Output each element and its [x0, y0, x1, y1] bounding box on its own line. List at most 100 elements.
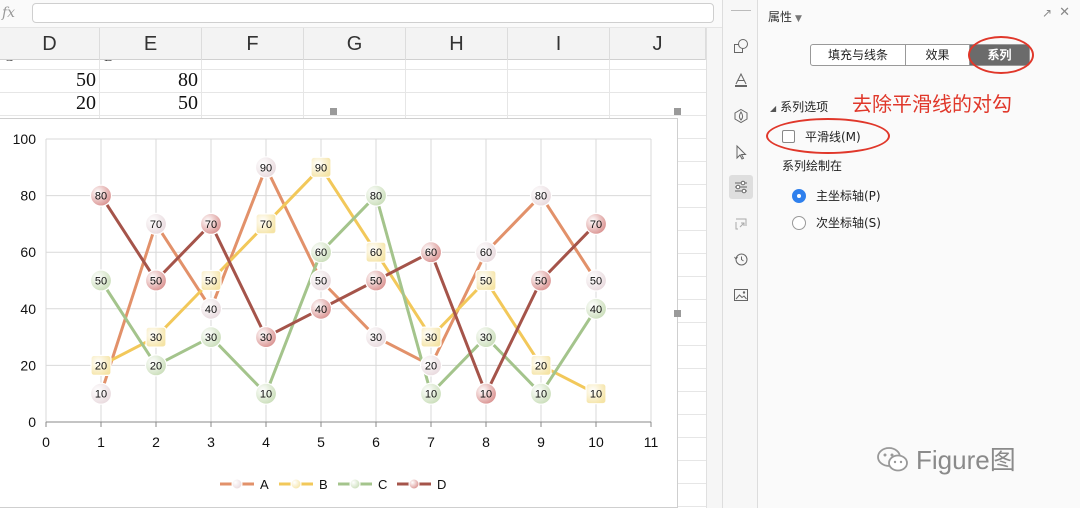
column-header-i[interactable]: I: [508, 28, 610, 60]
tab-effects[interactable]: 效果: [906, 44, 970, 66]
data-label-d: 70: [590, 219, 602, 231]
x-tick-label: 9: [537, 434, 545, 450]
primary-axis-radio[interactable]: [792, 188, 806, 203]
data-label-a: 20: [425, 360, 437, 372]
legend-label-c: C: [378, 477, 387, 492]
section-label: 系列选项: [780, 100, 829, 114]
transfer-icon[interactable]: [729, 212, 753, 236]
section-series-options[interactable]: ◢ 系列选项: [770, 98, 828, 115]
x-tick-label: 1: [97, 434, 105, 450]
series-line-a: [99, 165, 598, 395]
cell-e1[interactable]: D: [100, 60, 198, 69]
fx-icon[interactable]: fx: [2, 5, 15, 21]
chart-resize-handle-right[interactable]: [674, 310, 681, 317]
column-headers: DEFGHIJ: [0, 28, 706, 60]
data-label-c: 10: [260, 389, 272, 401]
text-fill-icon[interactable]: [729, 68, 753, 92]
formula-input[interactable]: [32, 3, 714, 23]
primary-axis-label[interactable]: 主坐标轴(P): [816, 187, 881, 204]
pin-icon[interactable]: ↗: [1042, 6, 1052, 20]
secondary-axis-label[interactable]: 次坐标轴(S): [816, 214, 881, 231]
legend-label-b: B: [319, 477, 328, 492]
series-line-b: [100, 165, 597, 396]
data-label-c: 10: [425, 389, 437, 401]
data-label-d: 60: [425, 247, 437, 259]
data-label-b: 10: [590, 389, 602, 401]
row-gridline: [0, 115, 706, 116]
secondary-axis-option[interactable]: 次坐标轴(S): [792, 214, 881, 231]
series-options-icon[interactable]: [729, 175, 753, 199]
data-label-c: 60: [315, 247, 327, 259]
chart-resize-handle-top[interactable]: [330, 108, 337, 115]
legend-marker-c: [349, 478, 361, 490]
data-label-c: 80: [370, 191, 382, 203]
x-tick-label: 3: [207, 434, 215, 450]
watermark: Figure图: [876, 440, 1016, 477]
select-cursor-icon[interactable]: [729, 140, 753, 164]
data-label-b: 90: [315, 162, 327, 174]
data-label-a: 90: [260, 162, 272, 174]
chevron-down-icon[interactable]: ▼: [795, 14, 802, 24]
close-icon[interactable]: ✕: [1059, 5, 1070, 20]
legend-label-a: A: [260, 477, 269, 492]
data-label-d: 50: [370, 276, 382, 288]
data-label-d: 50: [535, 276, 547, 288]
cell-e2[interactable]: 80: [100, 69, 198, 92]
column-header-j[interactable]: J: [610, 28, 706, 60]
highlight-oval-checkbox: [766, 118, 890, 154]
column-header-d[interactable]: D: [0, 28, 100, 60]
x-tick-label: 2: [152, 434, 160, 450]
x-tick-label: 10: [588, 434, 604, 450]
secondary-axis-radio[interactable]: [792, 215, 806, 230]
toolbar-grip: [731, 10, 751, 11]
x-tick-label: 0: [42, 434, 50, 450]
panel-title-label: 属性: [768, 10, 793, 24]
effects-icon[interactable]: [729, 104, 753, 128]
data-label-d: 80: [95, 191, 107, 203]
x-tick-label: 4: [262, 434, 270, 450]
data-label-b: 20: [95, 360, 107, 372]
cell-d3[interactable]: 20: [0, 92, 96, 115]
y-tick-label: 20: [20, 357, 36, 373]
data-label-d: 30: [260, 332, 272, 344]
y-tick-label: 100: [13, 131, 37, 147]
data-label-b: 30: [150, 332, 162, 344]
sheet-scrollbar[interactable]: [706, 28, 722, 508]
column-header-f[interactable]: F: [202, 28, 304, 60]
line-chart[interactable]: 0 20 40 60 80 100 0 1 2 3 4 5 6 7 8 9 10 11 10 70 40 90 50 30 20…: [0, 119, 678, 508]
side-toolbar: [722, 0, 758, 508]
y-tick-label: 0: [28, 414, 36, 430]
x-tick-label: 5: [317, 434, 325, 450]
column-header-h[interactable]: H: [406, 28, 508, 60]
watermark-text: Figure图: [916, 445, 1016, 475]
cell-d1[interactable]: C: [0, 60, 96, 69]
collapse-triangle-icon[interactable]: ◢: [770, 104, 776, 113]
data-label-c: 50: [95, 276, 107, 288]
chart-area[interactable]: 0 20 40 60 80 100 0 1 2 3 4 5 6 7 8 9 10 11 10 70 40 90 50 30 20…: [0, 118, 678, 508]
panel-title[interactable]: 属性 ▼: [768, 8, 802, 25]
primary-axis-option[interactable]: 主坐标轴(P): [792, 187, 881, 204]
shapes-icon[interactable]: [729, 34, 753, 58]
cell-d2[interactable]: 50: [0, 69, 96, 92]
history-icon[interactable]: [729, 247, 753, 271]
cell-e3[interactable]: 50: [100, 92, 198, 115]
data-label-b: 30: [425, 332, 437, 344]
column-header-g[interactable]: G: [304, 28, 406, 60]
image-icon[interactable]: [729, 283, 753, 307]
data-label-a: 40: [205, 304, 217, 316]
data-label-b: 20: [535, 360, 547, 372]
legend-marker-b: [290, 478, 302, 490]
chart-resize-handle-top-right[interactable]: [674, 108, 681, 115]
data-label-b: 50: [205, 276, 217, 288]
tab-fill-and-line[interactable]: 填充与线条: [810, 44, 906, 66]
plot-series-on-label: 系列绘制在: [782, 159, 843, 173]
data-label-b: 50: [480, 276, 492, 288]
data-label-d: 40: [315, 304, 327, 316]
app-window: fx DEFGHIJ CD50802050 020406080100012345…: [0, 0, 1080, 508]
column-header-e[interactable]: E: [100, 28, 202, 60]
highlight-oval-series-tab: [968, 36, 1034, 74]
y-tick-label: 40: [20, 301, 36, 317]
data-label-c: 30: [480, 332, 492, 344]
legend-marker-d: [408, 478, 420, 490]
data-label-c: 40: [590, 304, 602, 316]
